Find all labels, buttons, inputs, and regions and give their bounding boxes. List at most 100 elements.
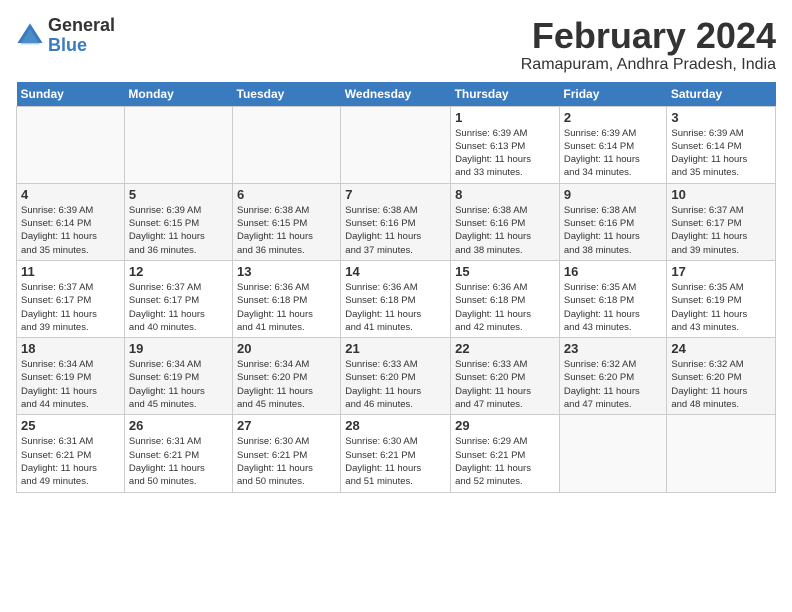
day-number: 1 [455, 110, 555, 125]
day-cell: 27 Sunrise: 6:30 AM Sunset: 6:21 PM Dayli… [233, 415, 341, 492]
day-number: 24 [671, 341, 771, 356]
day-cell [667, 415, 776, 492]
day-number: 26 [129, 418, 228, 433]
day-cell: 18 Sunrise: 6:34 AM Sunset: 6:19 PM Dayli… [17, 338, 125, 415]
day-cell: 21 Sunrise: 6:33 AM Sunset: 6:20 PM Dayli… [341, 338, 451, 415]
day-cell: 2 Sunrise: 6:39 AM Sunset: 6:14 PM Daylig… [559, 106, 666, 183]
day-info: Sunrise: 6:33 AM Sunset: 6:20 PM Dayligh… [455, 358, 555, 411]
day-info: Sunrise: 6:34 AM Sunset: 6:20 PM Dayligh… [237, 358, 336, 411]
day-info: Sunrise: 6:38 AM Sunset: 6:16 PM Dayligh… [564, 204, 662, 257]
day-cell: 20 Sunrise: 6:34 AM Sunset: 6:20 PM Dayli… [233, 338, 341, 415]
day-info: Sunrise: 6:31 AM Sunset: 6:21 PM Dayligh… [21, 435, 120, 488]
day-number: 12 [129, 264, 228, 279]
day-number: 25 [21, 418, 120, 433]
calendar-header: SundayMondayTuesdayWednesdayThursdayFrid… [17, 82, 776, 107]
day-cell: 25 Sunrise: 6:31 AM Sunset: 6:21 PM Dayli… [17, 415, 125, 492]
day-cell: 24 Sunrise: 6:32 AM Sunset: 6:20 PM Dayli… [667, 338, 776, 415]
week-row-4: 25 Sunrise: 6:31 AM Sunset: 6:21 PM Dayli… [17, 415, 776, 492]
day-cell: 13Sunrise: 6:36 AM Sunset: 6:18 PM Dayli… [233, 260, 341, 337]
day-info: Sunrise: 6:30 AM Sunset: 6:21 PM Dayligh… [237, 435, 336, 488]
day-cell: 14 Sunrise: 6:36 AM Sunset: 6:18 PM Dayli… [341, 260, 451, 337]
day-info: Sunrise: 6:38 AM Sunset: 6:15 PM Dayligh… [237, 204, 336, 257]
day-number: 3 [671, 110, 771, 125]
week-row-0: 1 Sunrise: 6:39 AM Sunset: 6:13 PM Daylig… [17, 106, 776, 183]
day-info: Sunrise: 6:34 AM Sunset: 6:19 PM Dayligh… [129, 358, 228, 411]
calendar-body: 1 Sunrise: 6:39 AM Sunset: 6:13 PM Daylig… [17, 106, 776, 492]
day-info: Sunrise: 6:38 AM Sunset: 6:16 PM Dayligh… [455, 204, 555, 257]
day-cell: 16Sunrise: 6:35 AM Sunset: 6:18 PM Dayli… [559, 260, 666, 337]
header-cell-saturday: Saturday [667, 82, 776, 107]
day-cell [559, 415, 666, 492]
day-cell: 22Sunrise: 6:33 AM Sunset: 6:20 PM Dayli… [451, 338, 560, 415]
day-info: Sunrise: 6:35 AM Sunset: 6:19 PM Dayligh… [671, 281, 771, 334]
day-number: 13 [237, 264, 336, 279]
day-number: 28 [345, 418, 446, 433]
day-info: Sunrise: 6:31 AM Sunset: 6:21 PM Dayligh… [129, 435, 228, 488]
title-block: February 2024 Ramapuram, Andhra Pradesh,… [521, 16, 776, 74]
day-number: 8 [455, 187, 555, 202]
day-info: Sunrise: 6:39 AM Sunset: 6:14 PM Dayligh… [564, 127, 662, 180]
header-cell-friday: Friday [559, 82, 666, 107]
week-row-2: 11 Sunrise: 6:37 AM Sunset: 6:17 PM Dayli… [17, 260, 776, 337]
day-info: Sunrise: 6:39 AM Sunset: 6:14 PM Dayligh… [21, 204, 120, 257]
header-cell-sunday: Sunday [17, 82, 125, 107]
header-cell-thursday: Thursday [451, 82, 560, 107]
day-info: Sunrise: 6:30 AM Sunset: 6:21 PM Dayligh… [345, 435, 446, 488]
logo-general: General [48, 16, 115, 36]
day-cell: 6 Sunrise: 6:38 AM Sunset: 6:15 PM Daylig… [233, 183, 341, 260]
logo-text: General Blue [48, 16, 115, 56]
day-info: Sunrise: 6:39 AM Sunset: 6:13 PM Dayligh… [455, 127, 555, 180]
day-cell: 8 Sunrise: 6:38 AM Sunset: 6:16 PM Daylig… [451, 183, 560, 260]
day-info: Sunrise: 6:34 AM Sunset: 6:19 PM Dayligh… [21, 358, 120, 411]
day-number: 10 [671, 187, 771, 202]
day-cell: 23Sunrise: 6:32 AM Sunset: 6:20 PM Dayli… [559, 338, 666, 415]
header-row: SundayMondayTuesdayWednesdayThursdayFrid… [17, 82, 776, 107]
page-header: General Blue February 2024 Ramapuram, An… [16, 16, 776, 74]
logo-blue: Blue [48, 36, 115, 56]
day-info: Sunrise: 6:37 AM Sunset: 6:17 PM Dayligh… [129, 281, 228, 334]
day-cell: 26 Sunrise: 6:31 AM Sunset: 6:21 PM Dayli… [124, 415, 232, 492]
day-number: 21 [345, 341, 446, 356]
day-number: 19 [129, 341, 228, 356]
day-number: 6 [237, 187, 336, 202]
day-number: 18 [21, 341, 120, 356]
day-cell [341, 106, 451, 183]
logo-icon [16, 22, 44, 50]
day-cell: 4Sunrise: 6:39 AM Sunset: 6:14 PM Daylig… [17, 183, 125, 260]
day-number: 17 [671, 264, 771, 279]
day-info: Sunrise: 6:29 AM Sunset: 6:21 PM Dayligh… [455, 435, 555, 488]
day-cell: 28 Sunrise: 6:30 AM Sunset: 6:21 PM Dayli… [341, 415, 451, 492]
day-number: 23 [564, 341, 662, 356]
day-info: Sunrise: 6:36 AM Sunset: 6:18 PM Dayligh… [455, 281, 555, 334]
main-title: February 2024 [521, 16, 776, 56]
day-info: Sunrise: 6:37 AM Sunset: 6:17 PM Dayligh… [21, 281, 120, 334]
day-number: 14 [345, 264, 446, 279]
day-number: 16 [564, 264, 662, 279]
day-number: 27 [237, 418, 336, 433]
day-number: 11 [21, 264, 120, 279]
day-cell: 9Sunrise: 6:38 AM Sunset: 6:16 PM Daylig… [559, 183, 666, 260]
day-number: 5 [129, 187, 228, 202]
day-info: Sunrise: 6:36 AM Sunset: 6:18 PM Dayligh… [345, 281, 446, 334]
day-cell: 15 Sunrise: 6:36 AM Sunset: 6:18 PM Dayli… [451, 260, 560, 337]
day-cell: 11 Sunrise: 6:37 AM Sunset: 6:17 PM Dayli… [17, 260, 125, 337]
day-number: 29 [455, 418, 555, 433]
day-info: Sunrise: 6:32 AM Sunset: 6:20 PM Dayligh… [671, 358, 771, 411]
day-cell: 19 Sunrise: 6:34 AM Sunset: 6:19 PM Dayli… [124, 338, 232, 415]
week-row-1: 4Sunrise: 6:39 AM Sunset: 6:14 PM Daylig… [17, 183, 776, 260]
day-info: Sunrise: 6:33 AM Sunset: 6:20 PM Dayligh… [345, 358, 446, 411]
calendar-table: SundayMondayTuesdayWednesdayThursdayFrid… [16, 82, 776, 493]
day-cell: 3Sunrise: 6:39 AM Sunset: 6:14 PM Daylig… [667, 106, 776, 183]
header-cell-tuesday: Tuesday [233, 82, 341, 107]
day-number: 7 [345, 187, 446, 202]
header-cell-wednesday: Wednesday [341, 82, 451, 107]
day-cell [124, 106, 232, 183]
day-cell: 10 Sunrise: 6:37 AM Sunset: 6:17 PM Dayli… [667, 183, 776, 260]
day-number: 2 [564, 110, 662, 125]
day-number: 15 [455, 264, 555, 279]
day-cell [233, 106, 341, 183]
week-row-3: 18 Sunrise: 6:34 AM Sunset: 6:19 PM Dayli… [17, 338, 776, 415]
day-info: Sunrise: 6:37 AM Sunset: 6:17 PM Dayligh… [671, 204, 771, 257]
day-cell: 5Sunrise: 6:39 AM Sunset: 6:15 PM Daylig… [124, 183, 232, 260]
day-number: 20 [237, 341, 336, 356]
